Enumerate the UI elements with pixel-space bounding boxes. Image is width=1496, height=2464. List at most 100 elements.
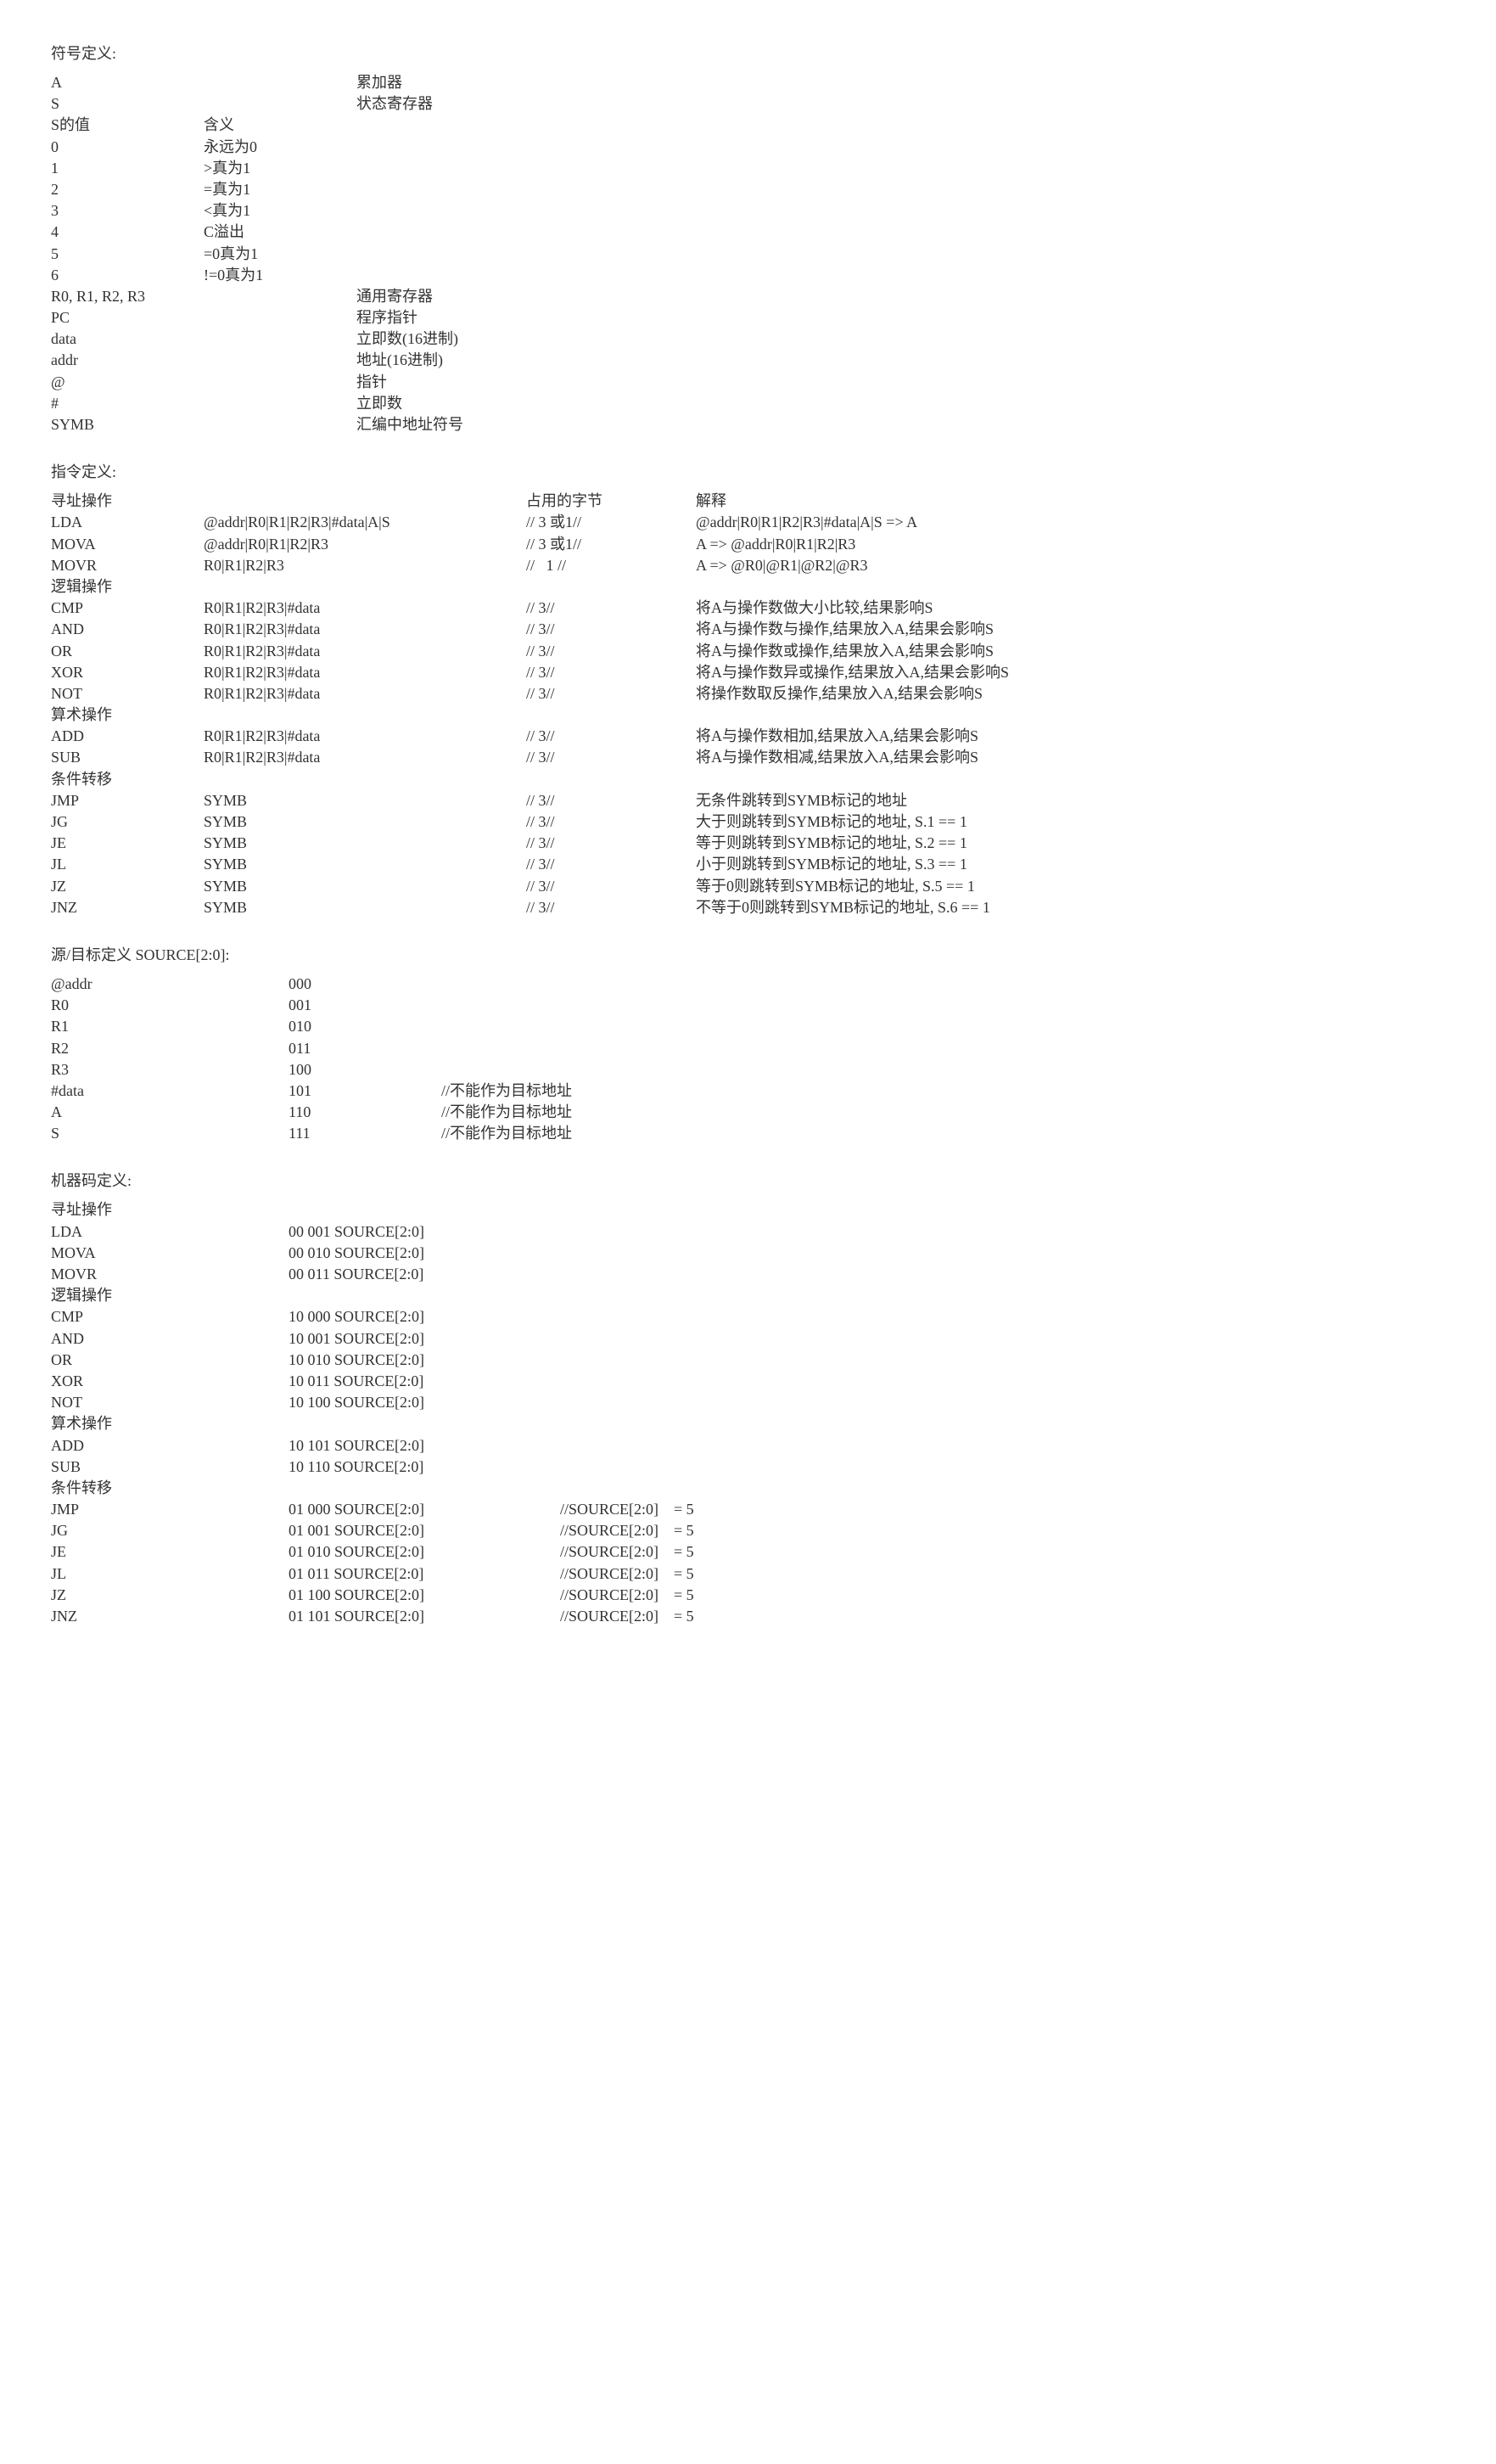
cell: 地址(16进制) [356, 350, 443, 371]
table-row: R0001 [51, 995, 1445, 1016]
cell: @addr|R0|R1|R2|R3|#data|A|S [204, 512, 526, 533]
cell: // 3 或1// [526, 512, 696, 533]
cell: 指针 [356, 372, 387, 393]
group-name: 寻址操作 [51, 491, 204, 512]
section-title: 机器码定义: [51, 1170, 1445, 1193]
cell: @addr|R0|R1|R2|R3|#data|A|S => A [696, 512, 917, 533]
cell: // 3// [526, 747, 696, 768]
cell: JL [51, 854, 204, 875]
cell: R0|R1|R2|R3|#data [204, 619, 526, 640]
cell: 01 100 SOURCE[2:0] [289, 1585, 560, 1606]
cell: 10 101 SOURCE[2:0] [289, 1435, 560, 1457]
table-row: XORR0|R1|R2|R3|#data// 3//将A与操作数异或操作,结果放… [51, 662, 1445, 683]
cell: S [51, 93, 204, 115]
table-row: JZSYMB// 3//等于0则跳转到SYMB标记的地址, S.5 == 1 [51, 876, 1445, 897]
table-row: PC程序指针 [51, 307, 1445, 328]
cell: @addr|R0|R1|R2|R3 [204, 534, 526, 555]
cell: R2 [51, 1038, 289, 1059]
cell: R0|R1|R2|R3|#data [204, 662, 526, 683]
cell: SYMB [204, 876, 526, 897]
cell: SUB [51, 1457, 289, 1478]
cell: R0 [51, 995, 289, 1016]
cell: 0 [51, 137, 204, 158]
cell: S的值 [51, 115, 204, 136]
cell: 01 011 SOURCE[2:0] [289, 1563, 560, 1585]
group-name: 算术操作 [51, 1413, 112, 1434]
cell: 程序指针 [356, 307, 417, 328]
table-row: 5=0真为1 [51, 244, 1445, 265]
table-row: SUBR0|R1|R2|R3|#data// 3//将A与操作数相减,结果放入A… [51, 747, 1445, 768]
cell: // 3 或1// [526, 534, 696, 555]
cell: LDA [51, 1221, 289, 1243]
table-row: MOVA@addr|R0|R1|R2|R3// 3 或1//A => @addr… [51, 534, 1445, 555]
section-title: 指令定义: [51, 461, 1445, 484]
table-row: A累加器 [51, 72, 1445, 93]
cell: ADD [51, 1435, 289, 1457]
table-row: ADD10 101 SOURCE[2:0] [51, 1435, 1445, 1457]
cell [204, 350, 356, 371]
cell: 00 010 SOURCE[2:0] [289, 1243, 560, 1264]
cell: 立即数 [356, 393, 402, 414]
table-row: SYMB汇编中地址符号 [51, 414, 1445, 435]
cell: 永远为0 [204, 137, 356, 158]
cell: 不等于0则跳转到SYMB标记的地址, S.6 == 1 [696, 897, 990, 918]
table-row: MOVRR0|R1|R2|R3// 1 //A => @R0|@R1|@R2|@… [51, 555, 1445, 576]
cell: // 3// [526, 683, 696, 704]
group-header: 算术操作 [51, 704, 1445, 726]
cell: R0|R1|R2|R3|#data [204, 683, 526, 704]
cell: =真为1 [204, 179, 356, 200]
cell: //SOURCE[2:0] = 5 [560, 1606, 694, 1627]
cell: A => @addr|R0|R1|R2|R3 [696, 534, 855, 555]
cell: 110 [289, 1102, 441, 1123]
cell: SYMB [204, 833, 526, 854]
cell: >真为1 [204, 158, 356, 179]
cell: 00 011 SOURCE[2:0] [289, 1264, 560, 1285]
cell: 无条件跳转到SYMB标记的地址 [696, 790, 907, 811]
cell: 3 [51, 200, 204, 222]
cell [204, 307, 356, 328]
cell: C溢出 [204, 222, 356, 243]
cell: A [51, 1102, 289, 1123]
group-name: 逻辑操作 [51, 1285, 112, 1306]
table-row: ADDR0|R1|R2|R3|#data// 3//将A与操作数相加,结果放入A… [51, 726, 1445, 747]
cell: JZ [51, 876, 204, 897]
cell: 10 000 SOURCE[2:0] [289, 1306, 560, 1327]
cell: A [51, 72, 204, 93]
cell: =0真为1 [204, 244, 356, 265]
cell: 10 011 SOURCE[2:0] [289, 1371, 560, 1392]
cell [204, 72, 356, 93]
cell: R0|R1|R2|R3|#data [204, 598, 526, 619]
table-row: OR10 010 SOURCE[2:0] [51, 1350, 1445, 1371]
group-name: 逻辑操作 [51, 576, 112, 598]
cell: // 3// [526, 854, 696, 875]
table-row: 1>真为1 [51, 158, 1445, 179]
cell: 001 [289, 995, 441, 1016]
table-row: A110//不能作为目标地址 [51, 1102, 1445, 1123]
cell: 将A与操作数做大小比较,结果影响S [696, 598, 933, 619]
cell: JMP [51, 1499, 289, 1520]
group-header: 逻辑操作 [51, 576, 1445, 598]
cell: 100 [289, 1059, 441, 1080]
cell: 10 001 SOURCE[2:0] [289, 1328, 560, 1350]
cell: data [51, 328, 204, 350]
cell: R0|R1|R2|R3|#data [204, 747, 526, 768]
cell: R0, R1, R2, R3 [51, 286, 204, 307]
cell [204, 328, 356, 350]
cell: 含义 [204, 115, 356, 136]
cell: A => @R0|@R1|@R2|@R3 [696, 555, 867, 576]
cell: // 3// [526, 833, 696, 854]
table-row: 6!=0真为1 [51, 265, 1445, 286]
instruction-definitions: 指令定义: 寻址操作占用的字节解释LDA@addr|R0|R1|R2|R3|#d… [51, 461, 1445, 918]
table-row: LDA00 001 SOURCE[2:0] [51, 1221, 1445, 1243]
cell: 111 [289, 1123, 441, 1144]
cell: R0|R1|R2|R3 [204, 555, 526, 576]
group-header: 寻址操作占用的字节解释 [51, 491, 1445, 512]
cell: // 3// [526, 662, 696, 683]
table-row: R2011 [51, 1038, 1445, 1059]
cell [204, 286, 356, 307]
cell: MOVA [51, 1243, 289, 1264]
table-row: JESYMB// 3//等于则跳转到SYMB标记的地址, S.2 == 1 [51, 833, 1445, 854]
cell: 将A与操作数与操作,结果放入A,结果会影响S [696, 619, 994, 640]
source-definitions: 源/目标定义 SOURCE[2:0]: @addr000R0001R1010R2… [51, 944, 1445, 1145]
table-row: 4C溢出 [51, 222, 1445, 243]
